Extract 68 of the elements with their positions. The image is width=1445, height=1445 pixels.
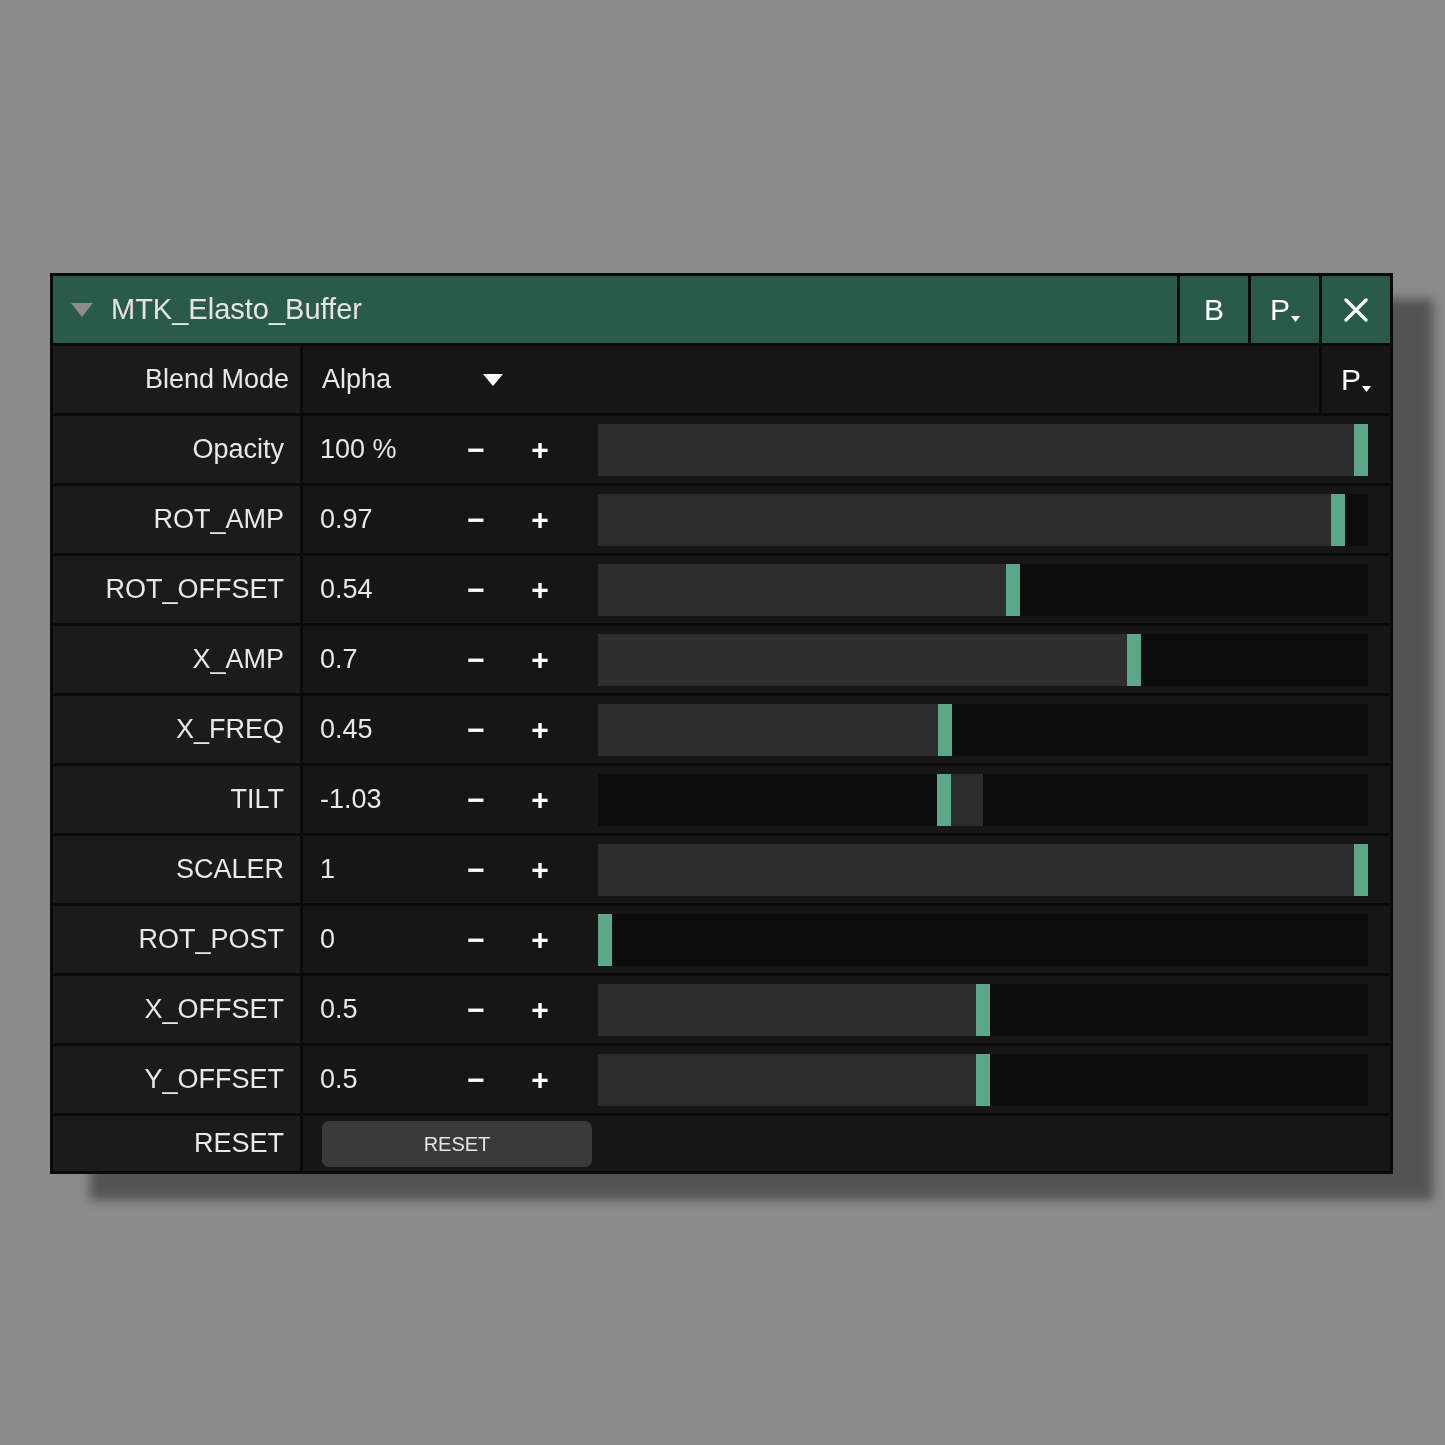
caret-icon[interactable] — [71, 302, 93, 317]
increment-button[interactable]: + — [520, 499, 560, 540]
slider-thumb[interactable] — [938, 703, 952, 756]
increment-button[interactable]: + — [520, 639, 560, 680]
value-text: 0 — [319, 923, 337, 957]
slider-thumb[interactable] — [976, 1053, 990, 1106]
increment-button[interactable]: + — [520, 779, 560, 820]
value-text: 0.5 — [319, 993, 359, 1027]
increment-button[interactable]: + — [520, 429, 560, 470]
slider-track[interactable] — [598, 563, 1368, 616]
parameter-label: Opacity — [192, 433, 284, 467]
slider-thumb[interactable] — [976, 983, 990, 1036]
value-text: 0.97 — [319, 503, 374, 537]
parameter-label: ROT_AMP — [153, 503, 284, 537]
slider-thumb[interactable] — [1006, 563, 1020, 616]
increment-button[interactable]: + — [520, 569, 560, 610]
parameter-label: X_AMP — [192, 643, 284, 677]
value-text: 0.5 — [319, 1063, 359, 1097]
slider-thumb[interactable] — [1354, 423, 1368, 476]
slider-fill — [951, 773, 983, 826]
slider-track[interactable] — [598, 633, 1368, 686]
decrement-button[interactable]: − — [456, 849, 496, 890]
decrement-button[interactable]: − — [456, 989, 496, 1030]
reset-button[interactable]: RESET — [322, 1120, 592, 1167]
decrement-button[interactable]: − — [456, 499, 496, 540]
value-text: 0.45 — [319, 713, 374, 747]
caret-icon — [483, 373, 503, 386]
slider-track[interactable] — [598, 773, 1368, 826]
value-text: 100 % — [319, 433, 398, 467]
caret-icon — [1362, 385, 1371, 392]
decrement-button[interactable]: − — [456, 639, 496, 680]
increment-button[interactable]: + — [520, 1059, 560, 1100]
parameter-label: TILT — [230, 783, 284, 817]
parameter-label: ROT_OFFSET — [105, 573, 284, 607]
blend-mode-dropdown[interactable]: Alpha — [318, 353, 510, 406]
close-icon — [1344, 297, 1368, 322]
increment-button[interactable]: + — [520, 919, 560, 960]
slider-thumb[interactable] — [1331, 493, 1345, 546]
value-text: 1 — [319, 853, 337, 887]
decrement-button[interactable]: − — [456, 919, 496, 960]
value-text: 0.54 — [319, 573, 374, 607]
decrement-button[interactable]: − — [456, 569, 496, 610]
slider-thumb[interactable] — [1354, 843, 1368, 896]
value-text: 0.7 — [319, 643, 359, 677]
parameter-label: RESET — [193, 1127, 284, 1161]
slider-track[interactable] — [598, 983, 1368, 1036]
slider-thumb[interactable] — [1127, 633, 1141, 686]
parameter-label: ROT_POST — [138, 923, 284, 957]
slider-track[interactable] — [598, 1053, 1368, 1106]
slider-track[interactable] — [598, 703, 1368, 756]
parameter-label: X_FREQ — [175, 713, 284, 747]
increment-button[interactable]: + — [520, 989, 560, 1030]
decrement-button[interactable]: − — [456, 779, 496, 820]
parameter-label: SCALER — [175, 853, 284, 887]
panel-title: MTK_Elasto_Buffer — [111, 291, 362, 327]
parameter-label: Blend Mode — [144, 363, 289, 397]
parameter-label: X_OFFSET — [144, 993, 284, 1027]
slider-track[interactable] — [598, 913, 1368, 966]
decrement-button[interactable]: − — [456, 709, 496, 750]
value-text: -1.03 — [319, 783, 383, 817]
increment-button[interactable]: + — [520, 849, 560, 890]
increment-button[interactable]: + — [520, 709, 560, 750]
decrement-button[interactable]: − — [456, 429, 496, 470]
decrement-button[interactable]: − — [456, 1059, 496, 1100]
slider-thumb[interactable] — [598, 913, 612, 966]
parameter-label: Y_OFFSET — [144, 1063, 284, 1097]
caret-icon — [1291, 315, 1300, 322]
slider-thumb[interactable] — [937, 773, 951, 826]
